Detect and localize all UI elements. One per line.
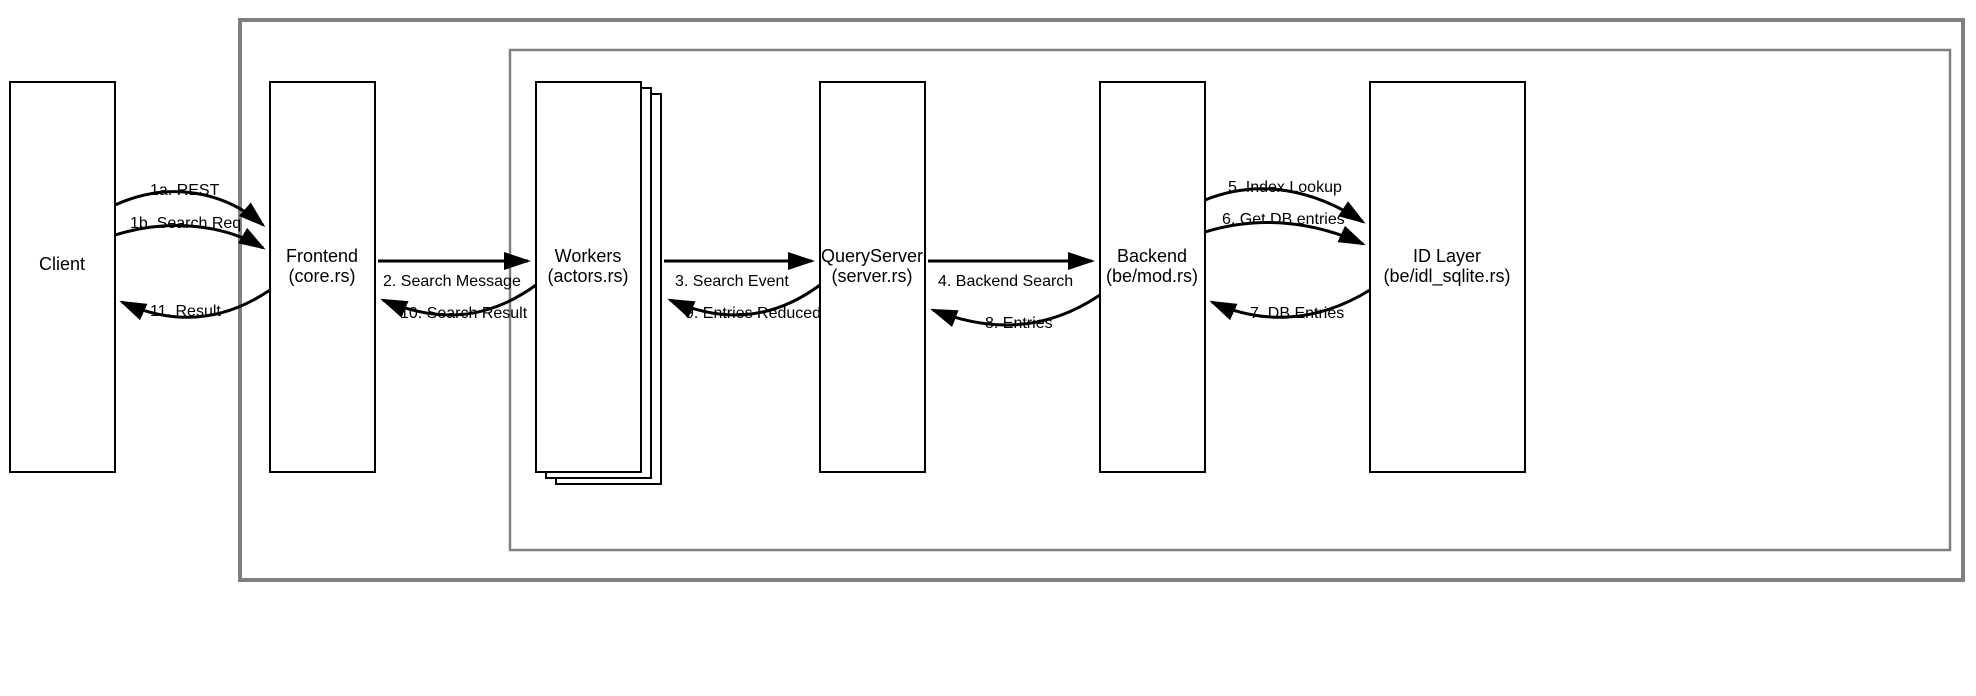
edge-7-label: 7. DB Entries: [1250, 305, 1344, 322]
backend-title: Backend: [1117, 246, 1187, 266]
workers-subtitle: (actors.rs): [548, 266, 629, 286]
backend-subtitle: (be/mod.rs): [1106, 266, 1198, 286]
idlayer-subtitle: (be/idl_sqlite.rs): [1383, 266, 1510, 287]
edge-2-label: 2. Search Message: [383, 273, 521, 290]
edge-11-label: 11. Result: [150, 303, 221, 320]
edge-8-label: 8. Entries: [985, 315, 1053, 332]
edge-6-label: 6. Get DB entries: [1222, 211, 1345, 228]
queryserver-subtitle: (server.rs): [832, 266, 913, 286]
edge-4-label: 4. Backend Search: [938, 273, 1073, 290]
edge-9-label: 9. Entries Reduced: [685, 305, 821, 322]
edge-5-label: 5. Index Lookup: [1228, 179, 1342, 196]
frontend-node: Frontend (core.rs): [270, 82, 375, 472]
frontend-title: Frontend: [286, 246, 358, 266]
client-title: Client: [39, 254, 85, 274]
idlayer-node: ID Layer (be/idl_sqlite.rs): [1370, 82, 1525, 472]
queryserver-title: QueryServer: [821, 246, 923, 266]
edge-1b-label: 1b. Search Req: [130, 215, 241, 232]
edge-10-label: 10. Search Result: [400, 305, 528, 322]
edge-1a-label: 1a. REST: [150, 182, 220, 199]
client-node: Client: [10, 82, 115, 472]
inner-container: [510, 50, 1950, 550]
idlayer-title: ID Layer: [1413, 246, 1481, 266]
workers-node: Workers (actors.rs): [536, 82, 661, 484]
backend-node: Backend (be/mod.rs): [1100, 82, 1205, 472]
edge-3-label: 3. Search Event: [675, 273, 789, 290]
frontend-subtitle: (core.rs): [289, 266, 356, 286]
workers-title: Workers: [555, 246, 622, 266]
queryserver-node: QueryServer (server.rs): [820, 82, 925, 472]
